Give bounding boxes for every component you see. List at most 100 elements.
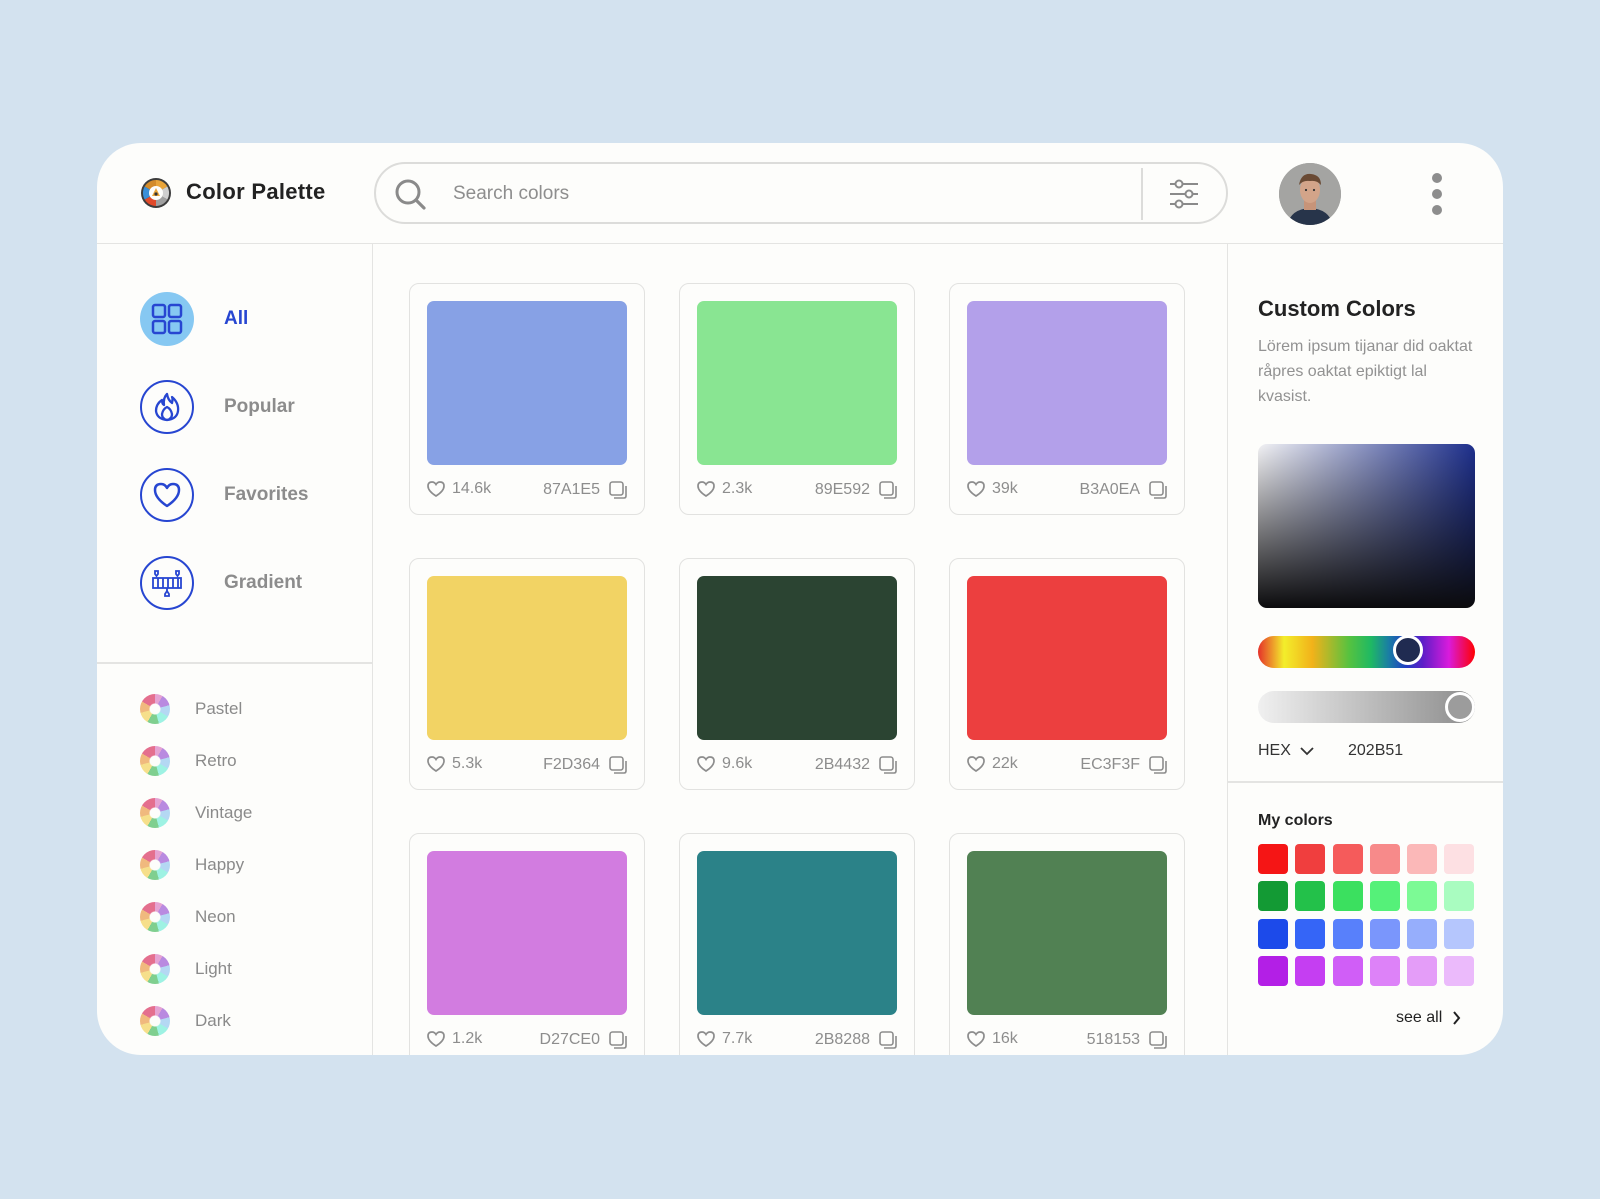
color-format-dropdown[interactable]: HEX bbox=[1258, 742, 1315, 760]
palette-wheel-icon bbox=[140, 850, 170, 880]
my-color-swatch[interactable] bbox=[1369, 918, 1400, 949]
sidebar-item-popular[interactable]: Popular bbox=[140, 380, 360, 434]
copy-icon[interactable] bbox=[1148, 1030, 1168, 1050]
color-swatch[interactable] bbox=[697, 301, 897, 465]
like-button[interactable]: 16k bbox=[966, 1030, 1018, 1048]
hex-value-input[interactable] bbox=[1348, 742, 1438, 760]
my-color-swatch[interactable] bbox=[1258, 955, 1288, 986]
category-item-pastel[interactable]: Pastel bbox=[140, 694, 340, 724]
color-swatch[interactable] bbox=[967, 576, 1167, 740]
category-label: Light bbox=[195, 959, 232, 978]
hex-code: B3A0EA bbox=[1079, 481, 1140, 498]
like-button[interactable]: 2.3k bbox=[696, 480, 752, 498]
my-color-swatch[interactable] bbox=[1258, 881, 1288, 912]
color-card[interactable]: 7.7k 2B8288 bbox=[679, 833, 915, 1055]
saturation-value-picker[interactable] bbox=[1258, 444, 1475, 608]
color-card[interactable]: 14.6k 87A1E5 bbox=[409, 283, 645, 515]
my-color-swatch[interactable] bbox=[1407, 881, 1438, 912]
my-color-swatch[interactable] bbox=[1444, 844, 1475, 874]
category-item-happy[interactable]: Happy bbox=[140, 850, 340, 880]
sidebar-item-gradient[interactable]: Gradient bbox=[140, 556, 360, 610]
color-swatch[interactable] bbox=[697, 851, 897, 1015]
color-swatch[interactable] bbox=[427, 576, 627, 740]
opacity-slider[interactable] bbox=[1258, 691, 1475, 723]
category-label: Dark bbox=[195, 1011, 231, 1030]
category-item-retro[interactable]: Retro bbox=[140, 746, 340, 776]
opacity-slider-handle[interactable] bbox=[1444, 692, 1475, 722]
my-color-swatch[interactable] bbox=[1369, 955, 1400, 986]
color-swatch[interactable] bbox=[427, 851, 627, 1015]
sidebar-item-favorites[interactable]: Favorites bbox=[140, 468, 360, 522]
my-color-swatch[interactable] bbox=[1332, 844, 1363, 874]
copy-icon[interactable] bbox=[608, 480, 628, 500]
my-color-swatch[interactable] bbox=[1407, 844, 1438, 874]
my-color-swatch[interactable] bbox=[1295, 844, 1326, 874]
copy-icon[interactable] bbox=[1148, 480, 1168, 500]
like-button[interactable]: 7.7k bbox=[696, 1030, 752, 1048]
user-avatar[interactable] bbox=[1279, 163, 1341, 225]
category-item-neon[interactable]: Neon bbox=[140, 902, 340, 932]
sidebar-item-all[interactable]: All bbox=[140, 292, 360, 346]
see-all-link[interactable]: see all bbox=[1396, 1009, 1461, 1027]
hex-code: EC3F3F bbox=[1080, 756, 1140, 773]
my-color-swatch[interactable] bbox=[1332, 955, 1363, 986]
color-card[interactable]: 22k EC3F3F bbox=[949, 558, 1185, 790]
like-button[interactable]: 39k bbox=[966, 480, 1018, 498]
custom-colors-title: Custom Colors bbox=[1258, 296, 1416, 321]
like-button[interactable]: 5.3k bbox=[426, 755, 482, 773]
sidebar-item-label: Gradient bbox=[224, 572, 303, 593]
copy-icon[interactable] bbox=[878, 480, 898, 500]
more-options-button[interactable] bbox=[1425, 170, 1449, 216]
copy-icon[interactable] bbox=[878, 1030, 898, 1050]
color-format-label: HEX bbox=[1258, 742, 1291, 759]
copy-icon[interactable] bbox=[1148, 755, 1168, 775]
color-card[interactable]: 9.6k 2B4432 bbox=[679, 558, 915, 790]
category-item-dark[interactable]: Dark bbox=[140, 1006, 340, 1036]
like-button[interactable]: 22k bbox=[966, 755, 1018, 773]
color-swatch[interactable] bbox=[967, 301, 1167, 465]
my-color-swatch[interactable] bbox=[1444, 881, 1475, 912]
my-color-swatch[interactable] bbox=[1332, 918, 1363, 949]
my-color-swatch[interactable] bbox=[1295, 881, 1326, 912]
color-card[interactable]: 1.2k D27CE0 bbox=[409, 833, 645, 1055]
my-color-swatch[interactable] bbox=[1258, 918, 1288, 949]
category-item-light[interactable]: Light bbox=[140, 954, 340, 984]
search-icon[interactable] bbox=[394, 178, 428, 212]
color-swatch[interactable] bbox=[967, 851, 1167, 1015]
my-color-swatch[interactable] bbox=[1295, 955, 1326, 986]
color-card[interactable]: 16k 518153 bbox=[949, 833, 1185, 1055]
my-color-swatch[interactable] bbox=[1369, 844, 1400, 874]
color-card[interactable]: 2.3k 89E592 bbox=[679, 283, 915, 515]
custom-colors-panel: Custom Colors Lörem ipsum tijanar did oa… bbox=[1227, 244, 1503, 1055]
hue-slider-handle[interactable] bbox=[1392, 635, 1423, 665]
color-swatch[interactable] bbox=[697, 576, 897, 740]
my-color-swatch[interactable] bbox=[1369, 881, 1400, 912]
palette-wheel-icon bbox=[140, 746, 170, 776]
like-button[interactable]: 9.6k bbox=[696, 755, 752, 773]
search-bar bbox=[374, 162, 1228, 224]
my-color-swatch[interactable] bbox=[1444, 955, 1475, 986]
color-card[interactable]: 39k B3A0EA bbox=[949, 283, 1185, 515]
grid-icon bbox=[140, 292, 194, 346]
search-input[interactable] bbox=[453, 178, 1133, 210]
filter-sliders-icon[interactable] bbox=[1166, 176, 1202, 212]
color-card[interactable]: 5.3k F2D364 bbox=[409, 558, 645, 790]
color-swatch[interactable] bbox=[427, 301, 627, 465]
search-divider bbox=[1141, 168, 1143, 220]
my-color-swatch[interactable] bbox=[1444, 918, 1475, 949]
hex-code: 87A1E5 bbox=[543, 481, 600, 498]
like-button[interactable]: 1.2k bbox=[426, 1030, 482, 1048]
my-color-swatch[interactable] bbox=[1258, 844, 1288, 874]
my-color-swatch[interactable] bbox=[1407, 955, 1438, 986]
heart-outline-icon bbox=[967, 1031, 985, 1048]
hue-slider[interactable] bbox=[1258, 635, 1475, 668]
my-color-swatch[interactable] bbox=[1407, 918, 1438, 949]
copy-icon[interactable] bbox=[878, 755, 898, 775]
hex-code: 2B4432 bbox=[814, 756, 870, 773]
my-color-swatch[interactable] bbox=[1332, 881, 1363, 912]
category-item-vintage[interactable]: Vintage bbox=[140, 798, 340, 828]
copy-icon[interactable] bbox=[608, 1030, 628, 1050]
like-button[interactable]: 14.6k bbox=[426, 480, 491, 498]
my-color-swatch[interactable] bbox=[1295, 918, 1326, 949]
copy-icon[interactable] bbox=[608, 755, 628, 775]
